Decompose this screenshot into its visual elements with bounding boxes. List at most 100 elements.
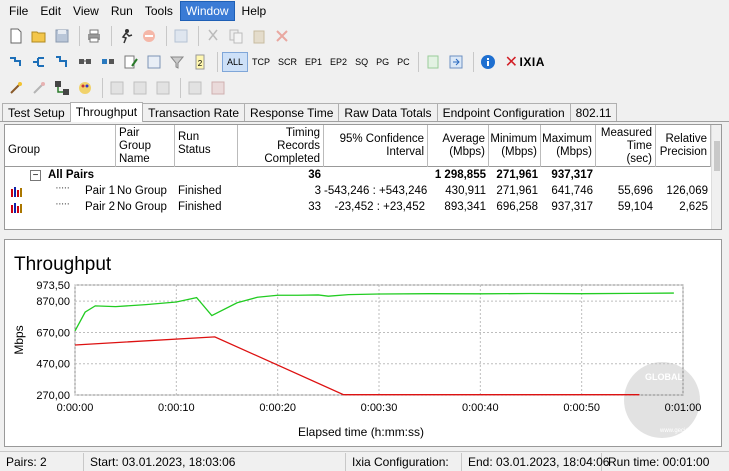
tab-endpoint-configuration[interactable]: Endpoint Configuration [436, 103, 571, 121]
status-ixia-configuration: Ixia Configuration: [346, 452, 462, 471]
svg-text:2: 2 [198, 59, 203, 68]
network2-icon[interactable] [98, 52, 118, 72]
tree-connector: ····· [55, 198, 70, 210]
col-measured-time[interactable]: Measured Time (sec) [596, 125, 656, 167]
col-average[interactable]: Average (Mbps) [428, 125, 489, 167]
y-tick-label: 670,00 [36, 327, 70, 339]
tool-c-icon[interactable] [153, 78, 173, 98]
pair-number-icon[interactable]: 2 [190, 52, 210, 72]
maximum-value: 641,746 [551, 185, 593, 197]
paste-icon[interactable] [249, 26, 269, 46]
toolbar-separator [111, 26, 112, 46]
watermark-logo: GLOBAL www.gecid.com [624, 362, 702, 438]
col-run-status[interactable]: Run Status [175, 125, 238, 167]
menu-edit[interactable]: Edit [35, 2, 66, 20]
topology-icon[interactable] [52, 78, 72, 98]
add-pair-icon[interactable] [6, 52, 26, 72]
wizard2-icon[interactable] [29, 78, 49, 98]
series-line-1 [74, 292, 674, 332]
status-bar: Pairs: 2 Start: 03.01.2023, 18:03:06 Ixi… [0, 451, 729, 471]
table-vertical-scrollbar[interactable] [711, 125, 721, 229]
toolbar-endpoints [0, 75, 729, 101]
menu-tools[interactable]: Tools [140, 2, 178, 20]
filter-icon[interactable] [167, 52, 187, 72]
export-icon[interactable] [446, 52, 466, 72]
network-icon[interactable] [75, 52, 95, 72]
print-icon[interactable] [84, 26, 104, 46]
script-icon[interactable] [144, 52, 164, 72]
collapse-toggle-button[interactable]: − [30, 170, 41, 181]
maximum-value: 937,317 [551, 201, 593, 213]
x-tick-label: 0:00:10 [158, 402, 195, 414]
x-tick-label: 0:00:50 [563, 402, 600, 414]
new-file-icon[interactable] [6, 26, 26, 46]
ixia-x-icon: ✕ [504, 54, 519, 71]
edit-script-icon[interactable] [121, 52, 141, 72]
table-row-all-pairs[interactable]: − All Pairs 36 1 298,855 271,961 937,317 [5, 168, 711, 184]
open-folder-icon[interactable] [29, 26, 49, 46]
report-icon[interactable] [423, 52, 443, 72]
col-pair-group-name[interactable]: Pair Group Name [116, 125, 175, 167]
tab-response-time[interactable]: Response Time [244, 103, 340, 121]
tool-e-icon[interactable] [208, 78, 228, 98]
run-test-icon[interactable] [116, 26, 136, 46]
pair-group-icon[interactable] [52, 52, 72, 72]
pair-group-name: No Group [117, 185, 167, 197]
results-table: Group Pair Group Name Run Status Timing R… [4, 124, 722, 230]
filter-sq-button[interactable]: SQ [351, 52, 372, 72]
wizard-icon[interactable] [6, 78, 26, 98]
add-multicast-icon[interactable] [29, 52, 49, 72]
ixia-logo: ✕ IXIA [505, 52, 545, 72]
all-pairs-minimum: 271,961 [496, 169, 538, 181]
tab-transaction-rate[interactable]: Transaction Rate [142, 103, 246, 121]
refresh-icon[interactable] [171, 26, 191, 46]
toolbar-separator [472, 52, 474, 72]
col-relative-precision[interactable]: Relative Precision [656, 125, 711, 167]
filter-ep2-button[interactable]: EP2 [326, 52, 351, 72]
tool-a-icon[interactable] [107, 78, 127, 98]
filter-scr-button[interactable]: SCR [274, 52, 301, 72]
cut-icon[interactable] [203, 26, 223, 46]
scrollbar-thumb[interactable] [714, 141, 720, 171]
copy-icon[interactable] [226, 26, 246, 46]
col-timing-records[interactable]: Timing Records Completed [238, 125, 324, 167]
menu-help[interactable]: Help [237, 2, 272, 20]
tab-throughput[interactable]: Throughput [69, 102, 144, 122]
tab-test-setup[interactable]: Test Setup [2, 103, 71, 121]
tool-d-icon[interactable] [185, 78, 205, 98]
tool-b-icon[interactable] [130, 78, 150, 98]
col-minimum[interactable]: Minimum (Mbps) [489, 125, 541, 167]
average-value: 893,341 [444, 201, 486, 213]
table-row[interactable]: ····· Pair 2 No Group Finished 33 -23,45… [5, 198, 711, 216]
filter-pg-button[interactable]: PG [372, 52, 393, 72]
menu-window[interactable]: Window [179, 1, 235, 21]
filter-all-button[interactable]: ALL [222, 52, 249, 72]
pair-group-name: No Group [117, 201, 167, 213]
relative-precision: 2,625 [679, 201, 708, 213]
status-pairs: Pairs: 2 [0, 452, 84, 471]
tab-raw-data-totals[interactable]: Raw Data Totals [338, 103, 438, 121]
save-icon[interactable] [52, 26, 72, 46]
stop-icon[interactable] [139, 26, 159, 46]
col-confidence-interval[interactable]: 95% Confidence Interval [324, 125, 428, 167]
x-tick-label: 0:00:20 [259, 402, 296, 414]
menu-view[interactable]: View [68, 2, 104, 20]
y-tick-label: 870,00 [36, 296, 70, 308]
series-line-2 [74, 336, 640, 396]
menu-run[interactable]: Run [106, 2, 138, 20]
toolbar-pairs: 2 ALL TCP SCR EP1 EP2 SQ PG PC ✕ IXIA [0, 49, 729, 75]
col-maximum[interactable]: Maximum (Mbps) [541, 125, 596, 167]
filter-tcp-button[interactable]: TCP [248, 52, 274, 72]
menu-file[interactable]: File [4, 2, 33, 20]
filter-ep1-button[interactable]: EP1 [301, 52, 326, 72]
tab-80211[interactable]: 802.11 [569, 103, 618, 121]
minimum-value: 696,258 [496, 201, 538, 213]
filter-pc-button[interactable]: PC [393, 52, 414, 72]
info-icon[interactable] [478, 52, 498, 72]
col-group[interactable]: Group [5, 125, 116, 167]
toolbar-separator [166, 26, 167, 46]
table-row[interactable]: ····· Pair 1 No Group Finished 3 -543,24… [5, 182, 711, 200]
toolbar-separator [417, 52, 419, 72]
palette-icon[interactable] [75, 78, 95, 98]
delete-icon[interactable] [272, 26, 292, 46]
